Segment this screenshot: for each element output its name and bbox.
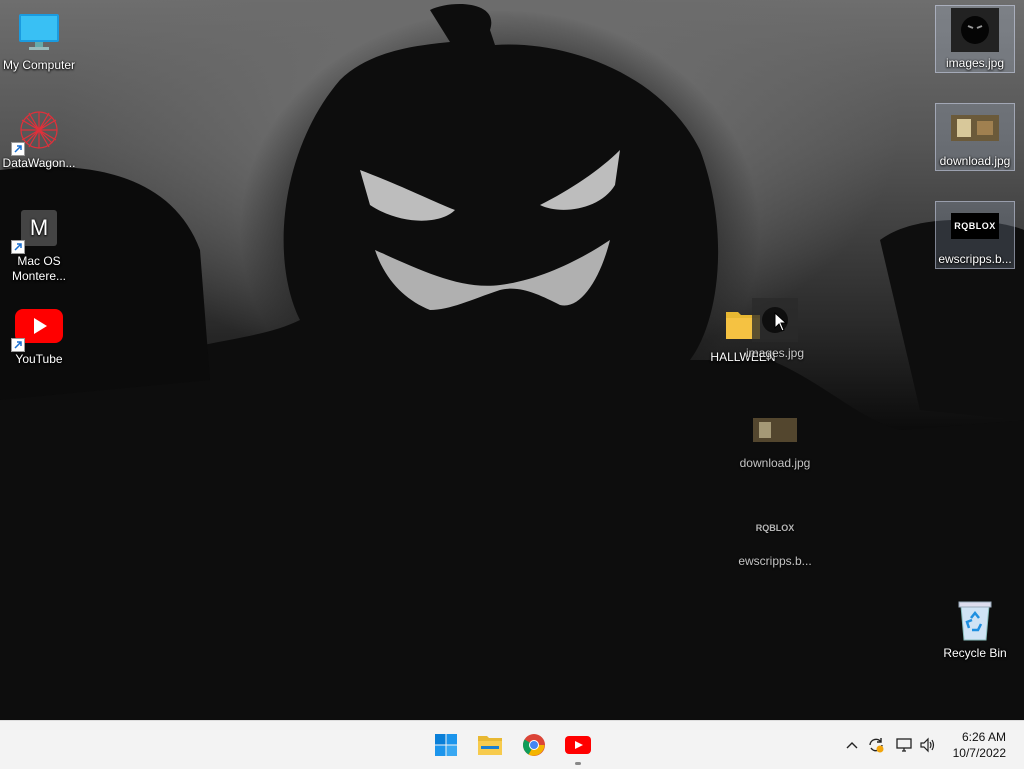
icon-label: Mac OS Montere...: [11, 254, 67, 283]
youtube-icon: [565, 736, 591, 754]
roblox-logo-text: RQBLOX: [755, 523, 795, 533]
chevron-up-icon: [846, 742, 858, 749]
mouse-cursor-icon: [774, 312, 788, 332]
clock-time: 6:26 AM: [961, 730, 1006, 744]
icon-label: Recycle Bin: [943, 646, 1007, 660]
taskbar: 6:26 AM 10/7/2022: [0, 720, 1024, 769]
start-button[interactable]: [430, 729, 462, 761]
clock-date: 10/7/2022: [952, 746, 1006, 760]
tray-update[interactable]: [866, 735, 886, 755]
desktop-icon-download-jpg[interactable]: download.jpg: [935, 103, 1015, 171]
shortcut-arrow-icon: [11, 142, 25, 156]
tray-show-hidden[interactable]: [842, 735, 862, 755]
file-explorer-icon: [478, 736, 502, 755]
roblox-thumbnail-icon: RQBLOX: [951, 202, 999, 250]
desktop-icon-recycle-bin[interactable]: Recycle Bin: [936, 596, 1014, 661]
icon-label: YouTube: [15, 352, 63, 366]
monitor-icon: [15, 8, 63, 56]
desktop-icon-ewscripps[interactable]: RQBLOX ewscripps.b...: [935, 201, 1015, 269]
network-icon: [896, 738, 912, 752]
pumpkin-thumbnail-icon: [951, 6, 999, 54]
shortcut-arrow-icon: [11, 338, 25, 352]
dragging-icon-download-jpg[interactable]: download.jpg: [736, 406, 814, 471]
taskbar-clock[interactable]: 6:26 AM 10/7/2022: [953, 729, 1006, 761]
icon-label: images.jpg: [945, 56, 1005, 70]
tray-volume[interactable]: [918, 735, 938, 755]
icon-label: ewscripps.b...: [738, 554, 812, 568]
roblox-logo-text: RQBLOX: [951, 213, 999, 239]
icon-label: ewscripps.b...: [938, 252, 1012, 266]
taskbar-youtube[interactable]: [562, 729, 594, 765]
taskbar-chrome[interactable]: [518, 729, 550, 761]
recycle-bin-icon: [951, 596, 999, 644]
icon-label: images.jpg: [745, 346, 805, 360]
desktop-icon-youtube[interactable]: YouTube: [0, 302, 78, 367]
wallpaper-pumpkin: [0, 4, 1024, 720]
mac-os-icon: M: [11, 204, 63, 254]
running-indicator: [575, 762, 581, 765]
icon-label: DataWagon...: [2, 156, 76, 170]
photo-thumbnail-icon: [751, 406, 799, 454]
youtube-icon: [11, 302, 63, 352]
icon-label: My Computer: [2, 58, 76, 72]
datawagon-icon: [11, 106, 63, 156]
mac-os-letter: M: [21, 210, 57, 246]
update-icon: [869, 738, 884, 753]
icon-label: download.jpg: [939, 154, 1011, 168]
roblox-thumbnail-icon: RQBLOX: [751, 504, 799, 552]
start-icon: [435, 734, 457, 756]
desktop-icon-images-jpg[interactable]: images.jpg: [935, 5, 1015, 73]
taskbar-file-explorer[interactable]: [474, 729, 506, 761]
volume-icon: [920, 737, 935, 753]
desktop-icon-mac-os[interactable]: M Mac OS Montere...: [0, 204, 78, 284]
shortcut-arrow-icon: [11, 240, 25, 254]
tray-network[interactable]: [894, 735, 914, 755]
photo-thumbnail-icon: [951, 104, 999, 152]
desktop-icon-datawagon[interactable]: DataWagon...: [0, 106, 78, 171]
icon-label: download.jpg: [739, 456, 811, 470]
chrome-icon: [523, 734, 545, 756]
dragging-icon-ewscripps[interactable]: RQBLOX ewscripps.b...: [736, 504, 814, 569]
desktop-icon-my-computer[interactable]: My Computer: [0, 8, 78, 73]
desktop-wallpaper: My Computer DataWagon... M Mac OS Monter…: [0, 0, 1024, 720]
